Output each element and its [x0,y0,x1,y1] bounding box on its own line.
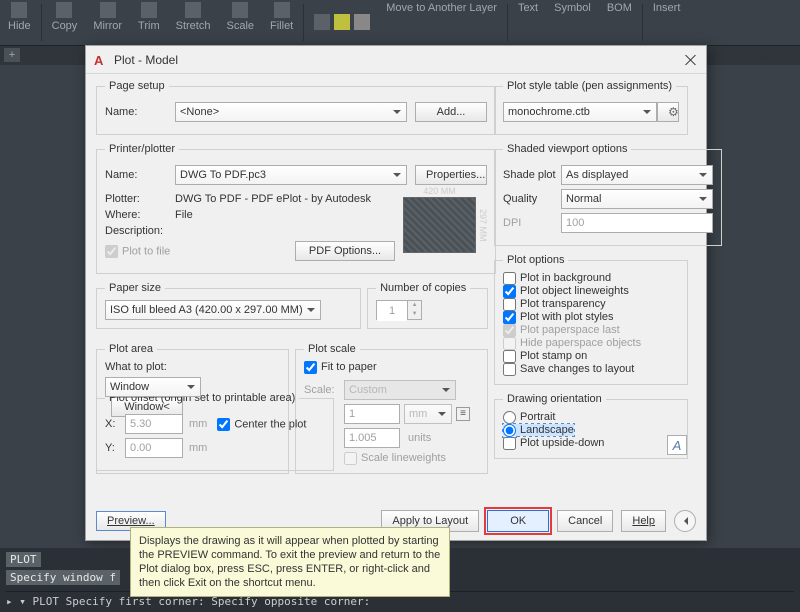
quality-select[interactable]: Normal [561,189,713,209]
offset-x-input [125,414,183,434]
pdf-options-button[interactable]: PDF Options... [295,241,395,261]
shade-plot-select[interactable]: As displayed [561,165,713,185]
titlebar: Plot - Model [86,46,706,74]
block-panel-label: Block ▾ [745,45,800,70]
ok-button[interactable]: OK [487,510,549,532]
plot-dialog: Plot - Model Page setup Name: <None> Add… [85,45,707,541]
plot-with-styles-checkbox[interactable]: Plot with plot styles [503,311,614,323]
orientation-preview-icon [667,435,687,455]
fit-to-paper-checkbox[interactable]: Fit to paper [304,361,377,373]
cancel-button[interactable]: Cancel [557,510,613,532]
plot-transparency-checkbox[interactable]: Plot transparency [503,298,606,310]
printer-group: Printer/plotter Name: DWG To PDF.pc3 Pro… [96,143,496,274]
page-setup-group: Page setup Name: <None> Add... [96,80,496,135]
offset-y-input [125,438,183,458]
shaded-viewport-group: Shaded viewport options Shade plotAs dis… [494,143,722,246]
portrait-radio[interactable]: Portrait [503,411,555,423]
hide-paperspace-checkbox: Hide paperspace objects [503,337,641,349]
add-tab-button[interactable]: + [4,48,20,62]
landscape-radio[interactable]: Landscape [503,424,574,436]
plot-scale-group: Plot scale Fit to paper Scale: Custom mm [295,343,488,474]
paper-size-group: Paper size ISO full bleed A3 (420.00 x 2… [96,282,361,329]
plot-lineweights-checkbox[interactable]: Plot object lineweights [503,285,629,297]
plot-stamp-checkbox[interactable]: Plot stamp on [503,350,587,362]
copies-spinner: ▲▼ [376,300,422,320]
page-setup-name-select[interactable]: <None> [175,102,407,122]
help-button[interactable]: Help [621,510,666,532]
plot-style-group: Plot style table (pen assignments) monoc… [494,80,688,135]
scale-denominator-input [344,428,400,448]
preview-tooltip: Displays the drawing as it will appear w… [130,527,450,597]
plotter-name-select[interactable]: DWG To PDF.pc3 [175,165,407,185]
paper-size-select[interactable]: ISO full bleed A3 (420.00 x 297.00 MM) [105,300,321,320]
plot-options-group: Plot options Plot in background Plot obj… [494,254,688,385]
dpi-input [561,213,713,233]
scale-select: Custom [344,380,456,400]
add-page-setup-button[interactable]: Add... [415,102,487,122]
plotter-properties-button[interactable]: Properties... [415,165,487,185]
upside-down-checkbox[interactable]: Plot upside-down [503,437,604,449]
close-icon[interactable] [684,53,698,67]
plot-to-file-checkbox: Plot to file [105,245,170,258]
plot-style-select[interactable]: monochrome.ctb [503,102,657,122]
equals-icon [456,407,470,421]
plot-background-checkbox[interactable]: Plot in background [503,272,611,284]
scale-lineweights-checkbox: Scale lineweights [344,452,446,464]
dialog-title: Plot - Model [114,53,684,67]
save-changes-checkbox[interactable]: Save changes to layout [503,363,634,375]
plot-paperspace-checkbox: Plot paperspace last [503,324,620,336]
paper-preview: 420 MM 297 MM [403,197,476,253]
orientation-group: Drawing orientation Portrait Landscape P… [494,393,688,459]
ribbon: Hide Copy Mirror Trim Stretch Scale Fill… [0,0,800,45]
center-plot-checkbox[interactable]: Center the plot [217,418,306,431]
app-icon [94,53,108,67]
what-to-plot-select[interactable]: Window [105,377,201,397]
copies-group: Number of copies ▲▼ [367,282,488,329]
plot-style-edit-button[interactable] [657,102,679,122]
scale-numerator-input [344,404,400,424]
collapse-options-button[interactable] [674,510,696,532]
